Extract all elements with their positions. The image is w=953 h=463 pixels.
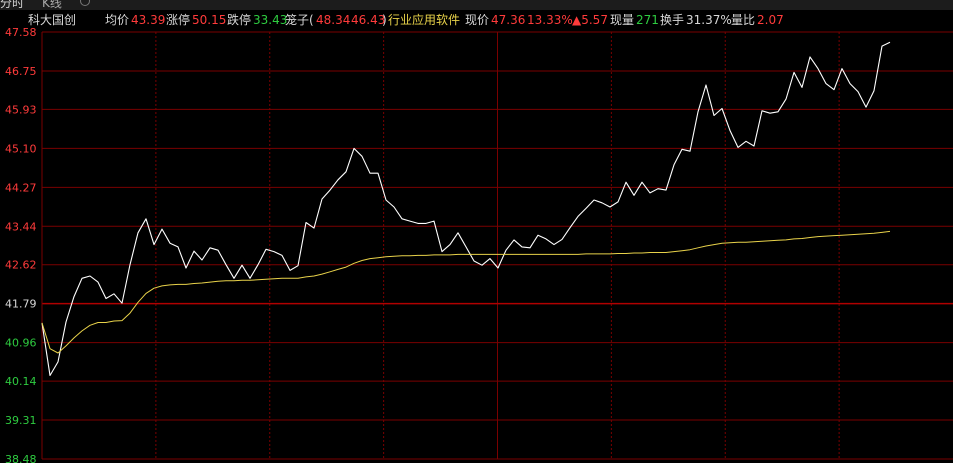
y-tick-label: 45.93 [5,103,37,116]
y-tick-label: 42.62 [5,259,37,272]
y-tick-label: 45.10 [5,142,37,155]
intraday-chart[interactable]: 47.58 46.75 45.93 45.10 44.27 43.44 42.62 41.79… [0,0,953,463]
y-tick-label: 40.96 [5,337,37,350]
y-tick-label: 47.58 [5,26,37,39]
price-line [41,41,891,377]
y-tick-label: 41.79 [5,298,37,311]
y-tick-label: 39.31 [5,414,37,427]
avg-price-line [41,230,891,354]
y-tick-label: 43.44 [5,220,37,233]
y-tick-label: 44.27 [5,181,37,194]
y-tick-label: 46.75 [5,65,37,78]
y-tick-label: 40.14 [5,375,37,388]
y-tick-label: 38.48 [5,453,37,463]
